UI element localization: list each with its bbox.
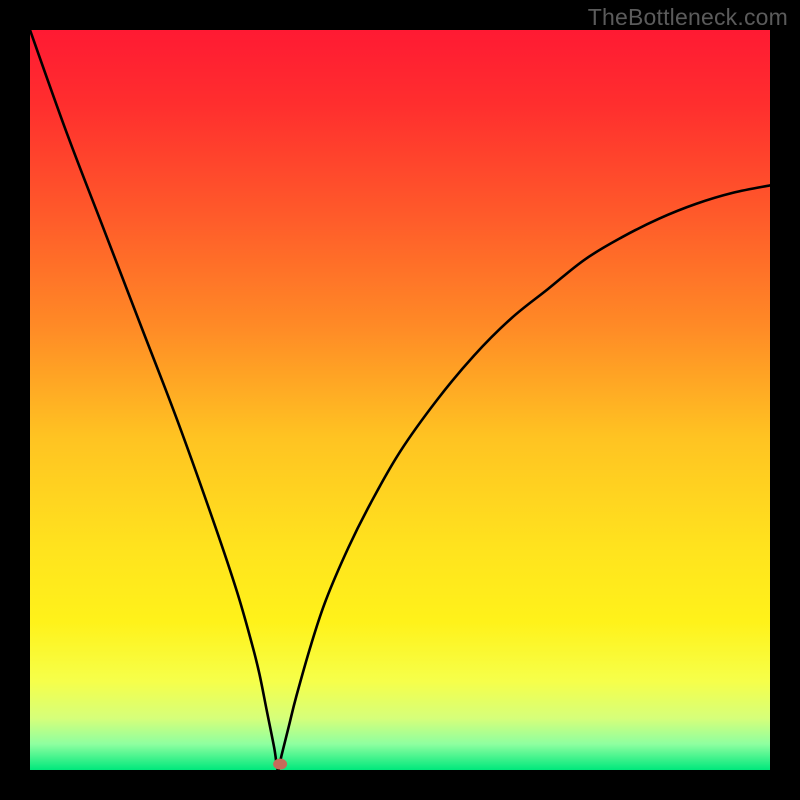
optimum-marker [273, 759, 287, 770]
plot-background [30, 30, 770, 770]
watermark-label: TheBottleneck.com [588, 4, 788, 31]
chart-svg [0, 0, 800, 800]
chart-frame: TheBottleneck.com [0, 0, 800, 800]
